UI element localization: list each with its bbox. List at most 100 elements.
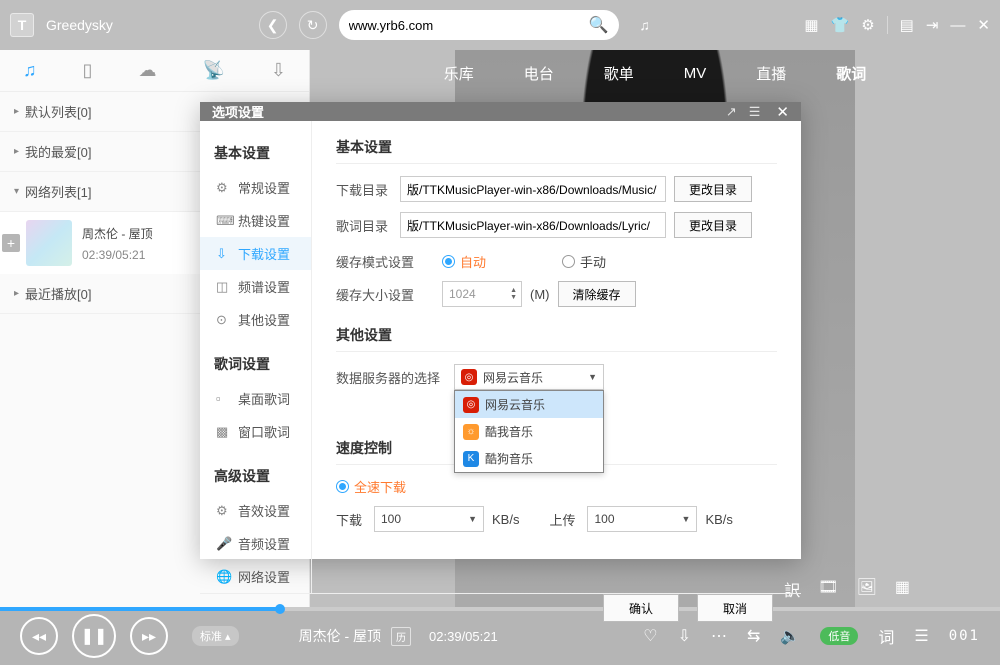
download-dir-input[interactable] [400, 176, 666, 202]
modal-title: 选项设置 [212, 102, 714, 121]
netease-icon: ◎ [461, 369, 477, 385]
prev-button[interactable]: ◂◂ [20, 617, 58, 655]
change-download-dir-button[interactable]: 更改目录 [674, 176, 752, 202]
sidenav-audio-effect[interactable]: ⚙音效设置 [200, 494, 311, 527]
settings-modal: 选项设置 ↗ ☰ ✕ 基本设置 ⚙常规设置 ⌨热键设置 ⇩下载设置 ◫频谱设置 … [200, 102, 801, 559]
quality-badge[interactable]: 标准 ▴ [192, 626, 239, 646]
cache-mode-auto-radio[interactable]: 自动 [442, 252, 486, 271]
section-other-heading: 其他设置 [336, 325, 777, 352]
sidebar-cat-label: 默认列表[0] [25, 102, 91, 121]
server-select[interactable]: ◎ 网易云音乐 ▼ [454, 364, 604, 390]
sidenav-network[interactable]: 🌐网络设置 [200, 560, 311, 593]
ok-button[interactable]: 确认 [603, 594, 679, 622]
favorite-icon[interactable]: ♡ [643, 626, 657, 646]
shuffle-icon[interactable]: ⇆ [747, 626, 760, 646]
now-playing-title: 周杰伦 - 屋顶 [299, 626, 381, 646]
sidenav-group-advanced: 高级设置 [200, 460, 311, 494]
lyric-toggle[interactable]: 词 [878, 624, 894, 648]
chevron-down-icon: ▼ [468, 514, 477, 524]
nav-radio[interactable]: 电台 [524, 63, 554, 84]
more-icon[interactable]: ⋯ [711, 626, 727, 646]
nav-live[interactable]: 直播 [756, 63, 786, 84]
history-flag[interactable]: 历 [391, 627, 411, 646]
dots-icon: ⊙ [216, 312, 231, 328]
cancel-button[interactable]: 取消 [697, 594, 773, 622]
play-pause-button[interactable]: ❚❚ [72, 614, 116, 658]
ul-speed-select[interactable]: 100▼ [587, 506, 697, 532]
nav-library[interactable]: 乐库 [444, 63, 474, 84]
volume-icon[interactable]: 🔈 [780, 626, 800, 646]
modal-close-button[interactable]: ✕ [776, 103, 789, 121]
bars-icon: ◫ [216, 279, 231, 295]
wallpaper-icon[interactable]: ▦ [895, 577, 910, 601]
modal-footer: 确认 取消 [200, 593, 801, 622]
sidenav-hotkey[interactable]: ⌨热键设置 [200, 204, 311, 237]
minimize-button[interactable]: — [950, 17, 965, 34]
kuwo-icon: ☼ [463, 424, 479, 440]
sidenav-general[interactable]: ⚙常规设置 [200, 171, 311, 204]
server-option-kuwo[interactable]: ☼酷我音乐 [455, 418, 603, 445]
apps-icon[interactable]: ▦ [804, 16, 818, 34]
chevron-down-icon: ▾ [14, 186, 19, 197]
nav-refresh-button[interactable]: ↻ [299, 11, 327, 39]
mic-icon: 🎤 [216, 536, 231, 552]
nav-playlist[interactable]: 歌单 [604, 63, 634, 84]
lyric-dir-label: 歌词目录 [336, 216, 392, 235]
cache-mode-manual-radio[interactable]: 手动 [562, 252, 606, 271]
server-option-netease[interactable]: ◎网易云音乐 [455, 391, 603, 418]
url-input[interactable] [349, 18, 589, 33]
next-button[interactable]: ▸▸ [130, 617, 168, 655]
tab-music-icon[interactable]: ♫ [23, 60, 37, 81]
app-title: Greedysky [46, 17, 113, 33]
clear-cache-button[interactable]: 清除缓存 [558, 281, 636, 307]
dl-unit: KB/s [492, 512, 519, 527]
sidenav-group-lyric: 歌词设置 [200, 348, 311, 382]
tab-cloud-icon[interactable]: ☁ [138, 60, 156, 81]
section-basic-heading: 基本设置 [336, 137, 777, 164]
sidebar-cat-label: 我的最爱[0] [25, 142, 91, 161]
chevron-down-icon: ▼ [682, 514, 691, 524]
sidenav-download[interactable]: ⇩下载设置 [200, 237, 311, 270]
sidebar-tabs: ♫ ▯ ☁ 📡 ⇩ [0, 50, 309, 92]
full-speed-radio[interactable]: 全速下载 [336, 477, 406, 496]
url-search-bar[interactable]: 🔍 [339, 10, 619, 40]
skin-icon[interactable]: 👕 [831, 16, 850, 34]
tab-download-icon[interactable]: ⇩ [271, 60, 286, 81]
cache-size-label: 缓存大小设置 [336, 285, 434, 304]
add-track-button[interactable]: + [2, 234, 20, 252]
dl-label: 下载 [336, 510, 366, 529]
compact-icon[interactable]: ⇥ [926, 16, 939, 34]
titlebar: T Greedysky ❮ ↻ 🔍 ♫ ▦ 👕 ⚙ ▤ ⇥ — ✕ [0, 0, 1000, 50]
lyric-dir-input[interactable] [400, 212, 666, 238]
server-option-kugou[interactable]: K酷狗音乐 [455, 445, 603, 472]
app-logo: T [10, 13, 34, 37]
cache-size-spinner[interactable]: 1024▲▼ [442, 281, 522, 307]
close-button[interactable]: ✕ [977, 16, 990, 34]
eq-pill[interactable]: 低音 [820, 627, 858, 645]
dl-speed-select[interactable]: 100▼ [374, 506, 484, 532]
cache-mode-label: 缓存模式设置 [336, 252, 434, 271]
mini-icon[interactable]: ▤ [900, 16, 914, 34]
sidenav-desktop-lyric[interactable]: ▫桌面歌词 [200, 382, 311, 415]
menu-icon[interactable]: ☰ [749, 104, 761, 120]
picture-icon[interactable]: 🖼 [857, 577, 877, 601]
nav-lyric[interactable]: 歌词 [836, 63, 866, 84]
download-icon[interactable]: ⇩ [678, 626, 691, 646]
change-lyric-dir-button[interactable]: 更改目录 [674, 212, 752, 238]
nav-back-button[interactable]: ❮ [259, 11, 287, 39]
nav-mv[interactable]: MV [684, 65, 707, 82]
settings-icon[interactable]: ⚙ [861, 16, 874, 34]
playlist-icon[interactable]: ☰ [914, 626, 928, 646]
cache-size-unit: (M) [530, 287, 550, 302]
monitor-icon: ▫ [216, 391, 231, 406]
popout-icon[interactable]: ↗ [726, 104, 737, 120]
sidenav-spectrum[interactable]: ◫频谱设置 [200, 270, 311, 303]
sidenav-other[interactable]: ⊙其他设置 [200, 303, 311, 336]
sidenav-audio[interactable]: 🎤音频设置 [200, 527, 311, 560]
tab-radio-icon[interactable]: 📡 [202, 60, 224, 81]
sidenav-window-lyric[interactable]: ▩窗口歌词 [200, 415, 311, 448]
film-icon[interactable]: 🎞 [818, 577, 838, 601]
tab-mobile-icon[interactable]: ▯ [83, 60, 93, 81]
identify-button[interactable]: ♫ [631, 11, 659, 39]
search-icon[interactable]: 🔍 [589, 15, 609, 35]
